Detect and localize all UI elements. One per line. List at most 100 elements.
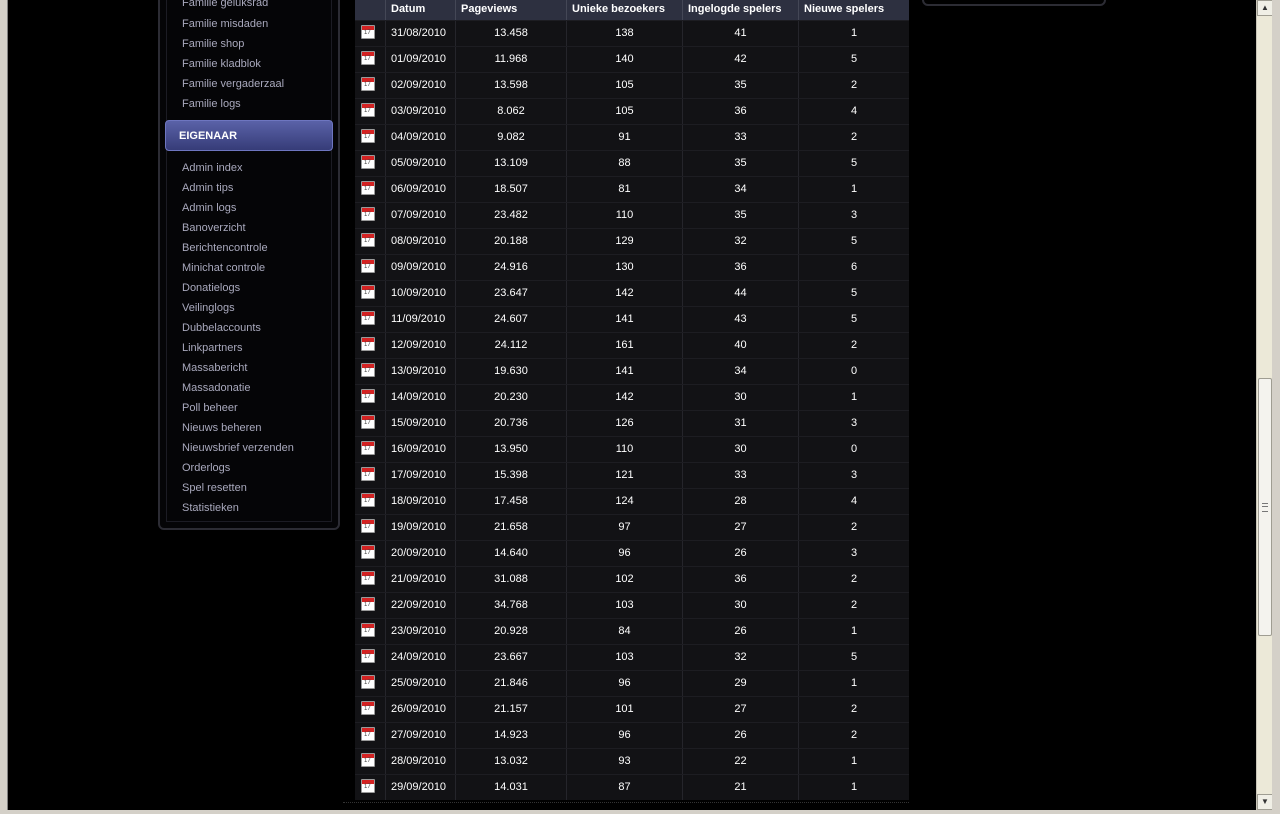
cell-datum: 29/09/2010 bbox=[385, 775, 455, 800]
cell-ingelogde-spelers: 26 bbox=[682, 541, 798, 566]
cell-ingelogde-spelers: 30 bbox=[682, 385, 798, 410]
cell-datum: 20/09/2010 bbox=[385, 541, 455, 566]
calendar-icon bbox=[361, 519, 375, 533]
table-row: 14/09/201020.230142301 bbox=[355, 384, 909, 410]
cell-pageviews: 23.667 bbox=[455, 645, 566, 670]
table-row: 11/09/201024.607141435 bbox=[355, 306, 909, 332]
cell-ingelogde-spelers: 28 bbox=[682, 489, 798, 514]
cell-datum: 31/08/2010 bbox=[385, 21, 455, 46]
calendar-icon bbox=[361, 571, 375, 585]
cell-nieuwe-spelers: 1 bbox=[798, 775, 909, 800]
window-frame-left bbox=[0, 0, 8, 814]
sidebar-item-donatielogs[interactable]: Donatielogs bbox=[182, 282, 240, 294]
table-row: 17/09/201015.398121333 bbox=[355, 462, 909, 488]
sidebar-item-orderlogs[interactable]: Orderlogs bbox=[182, 462, 230, 474]
cell-unieke-bezoekers: 103 bbox=[566, 645, 682, 670]
sidebar-item-nieuwsbrief-verzenden[interactable]: Nieuwsbrief verzenden bbox=[182, 442, 294, 454]
sidebar-item-massadonatie[interactable]: Massadonatie bbox=[182, 382, 251, 394]
sidebar-item-veilinglogs[interactable]: Veilinglogs bbox=[182, 302, 235, 314]
header-pageviews: Pageviews bbox=[455, 0, 566, 20]
calendar-icon bbox=[361, 103, 375, 117]
cell-unieke-bezoekers: 129 bbox=[566, 229, 682, 254]
scroll-up-arrow-icon[interactable]: ▲ bbox=[1257, 0, 1273, 16]
sidebar-item-massabericht[interactable]: Massabericht bbox=[182, 362, 247, 374]
cell-pageviews: 21.846 bbox=[455, 671, 566, 696]
cell-unieke-bezoekers: 101 bbox=[566, 697, 682, 722]
cell-pageviews: 17.458 bbox=[455, 489, 566, 514]
table-header: Datum Pageviews Unieke bezoekers Ingelog… bbox=[355, 0, 909, 20]
sidebar-item-admin-index[interactable]: Admin index bbox=[182, 162, 243, 174]
scroll-thumb[interactable] bbox=[1258, 378, 1272, 636]
sidebar-item-poll-beheer[interactable]: Poll beheer bbox=[182, 402, 238, 414]
cell-datum: 21/09/2010 bbox=[385, 567, 455, 592]
calendar-icon bbox=[361, 597, 375, 611]
table-row: 15/09/201020.736126313 bbox=[355, 410, 909, 436]
cell-pageviews: 31.088 bbox=[455, 567, 566, 592]
header-icon-column bbox=[355, 0, 385, 20]
cell-pageviews: 18.507 bbox=[455, 177, 566, 202]
cell-datum: 05/09/2010 bbox=[385, 151, 455, 176]
cell-unieke-bezoekers: 138 bbox=[566, 21, 682, 46]
cell-pageviews: 20.928 bbox=[455, 619, 566, 644]
cell-ingelogde-spelers: 26 bbox=[682, 723, 798, 748]
table-row: 22/09/201034.768103302 bbox=[355, 592, 909, 618]
calendar-icon bbox=[361, 259, 375, 273]
table-row: 13/09/201019.630141340 bbox=[355, 358, 909, 384]
sidebar-item-familie-logs[interactable]: Familie logs bbox=[182, 98, 241, 110]
calendar-icon bbox=[361, 207, 375, 221]
sidebar-item-familie-shop[interactable]: Familie shop bbox=[182, 38, 244, 50]
scroll-down-arrow-icon[interactable]: ▼ bbox=[1257, 794, 1273, 810]
scroll-grip-icon bbox=[1262, 503, 1268, 512]
cell-unieke-bezoekers: 102 bbox=[566, 567, 682, 592]
window-frame-bottom bbox=[0, 810, 1280, 814]
header-datum: Datum bbox=[385, 0, 455, 20]
calendar-icon bbox=[361, 25, 375, 39]
cell-ingelogde-spelers: 33 bbox=[682, 463, 798, 488]
calendar-icon bbox=[361, 623, 375, 637]
table-row: 21/09/201031.088102362 bbox=[355, 566, 909, 592]
cell-pageviews: 13.109 bbox=[455, 151, 566, 176]
cell-unieke-bezoekers: 87 bbox=[566, 775, 682, 800]
sidebar-item-linkpartners[interactable]: Linkpartners bbox=[182, 342, 243, 354]
cell-unieke-bezoekers: 141 bbox=[566, 307, 682, 332]
cell-datum: 27/09/2010 bbox=[385, 723, 455, 748]
cell-pageviews: 34.768 bbox=[455, 593, 566, 618]
sidebar-item-berichtencontrole[interactable]: Berichtencontrole bbox=[182, 242, 268, 254]
cell-nieuwe-spelers: 2 bbox=[798, 567, 909, 592]
table-row: 07/09/201023.482110353 bbox=[355, 202, 909, 228]
cell-nieuwe-spelers: 2 bbox=[798, 515, 909, 540]
cell-ingelogde-spelers: 33 bbox=[682, 125, 798, 150]
calendar-icon bbox=[361, 441, 375, 455]
sidebar-item-minichat-controle[interactable]: Minichat controle bbox=[182, 262, 265, 274]
cell-pageviews: 24.916 bbox=[455, 255, 566, 280]
sidebar-item-dubbelaccounts[interactable]: Dubbelaccounts bbox=[182, 322, 261, 334]
sidebar-item-statistieken[interactable]: Statistieken bbox=[182, 502, 239, 514]
table-row: 24/09/201023.667103325 bbox=[355, 644, 909, 670]
sidebar-item-admin-logs[interactable]: Admin logs bbox=[182, 202, 236, 214]
sidebar-item-spel-resetten[interactable]: Spel resetten bbox=[182, 482, 247, 494]
cell-datum: 24/09/2010 bbox=[385, 645, 455, 670]
cell-pageviews: 24.112 bbox=[455, 333, 566, 358]
calendar-icon bbox=[361, 701, 375, 715]
calendar-icon bbox=[361, 363, 375, 377]
cell-ingelogde-spelers: 30 bbox=[682, 593, 798, 618]
sidebar-item-familie-kladblok[interactable]: Familie kladblok bbox=[182, 58, 261, 70]
sidebar-item-banoverzicht[interactable]: Banoverzicht bbox=[182, 222, 246, 234]
cell-ingelogde-spelers: 32 bbox=[682, 645, 798, 670]
cell-ingelogde-spelers: 44 bbox=[682, 281, 798, 306]
header-nieuwe-spelers: Nieuwe spelers bbox=[798, 0, 909, 20]
table-row: 01/09/201011.968140425 bbox=[355, 46, 909, 72]
cell-nieuwe-spelers: 5 bbox=[798, 47, 909, 72]
calendar-icon bbox=[361, 389, 375, 403]
cell-ingelogde-spelers: 27 bbox=[682, 697, 798, 722]
sidebar-item-familie-geluksrad[interactable]: Familie geluksrad bbox=[182, 0, 268, 9]
sidebar-item-familie-misdaden[interactable]: Familie misdaden bbox=[182, 18, 268, 30]
sidebar-item-nieuws-beheren[interactable]: Nieuws beheren bbox=[182, 422, 262, 434]
sidebar-item-admin-tips[interactable]: Admin tips bbox=[182, 182, 233, 194]
cell-datum: 17/09/2010 bbox=[385, 463, 455, 488]
cell-unieke-bezoekers: 110 bbox=[566, 437, 682, 462]
sidebar-item-familie-vergaderzaal[interactable]: Familie vergaderzaal bbox=[182, 78, 284, 90]
cell-pageviews: 24.607 bbox=[455, 307, 566, 332]
cell-datum: 12/09/2010 bbox=[385, 333, 455, 358]
vertical-scrollbar[interactable]: ▲ ▼ bbox=[1256, 0, 1273, 810]
